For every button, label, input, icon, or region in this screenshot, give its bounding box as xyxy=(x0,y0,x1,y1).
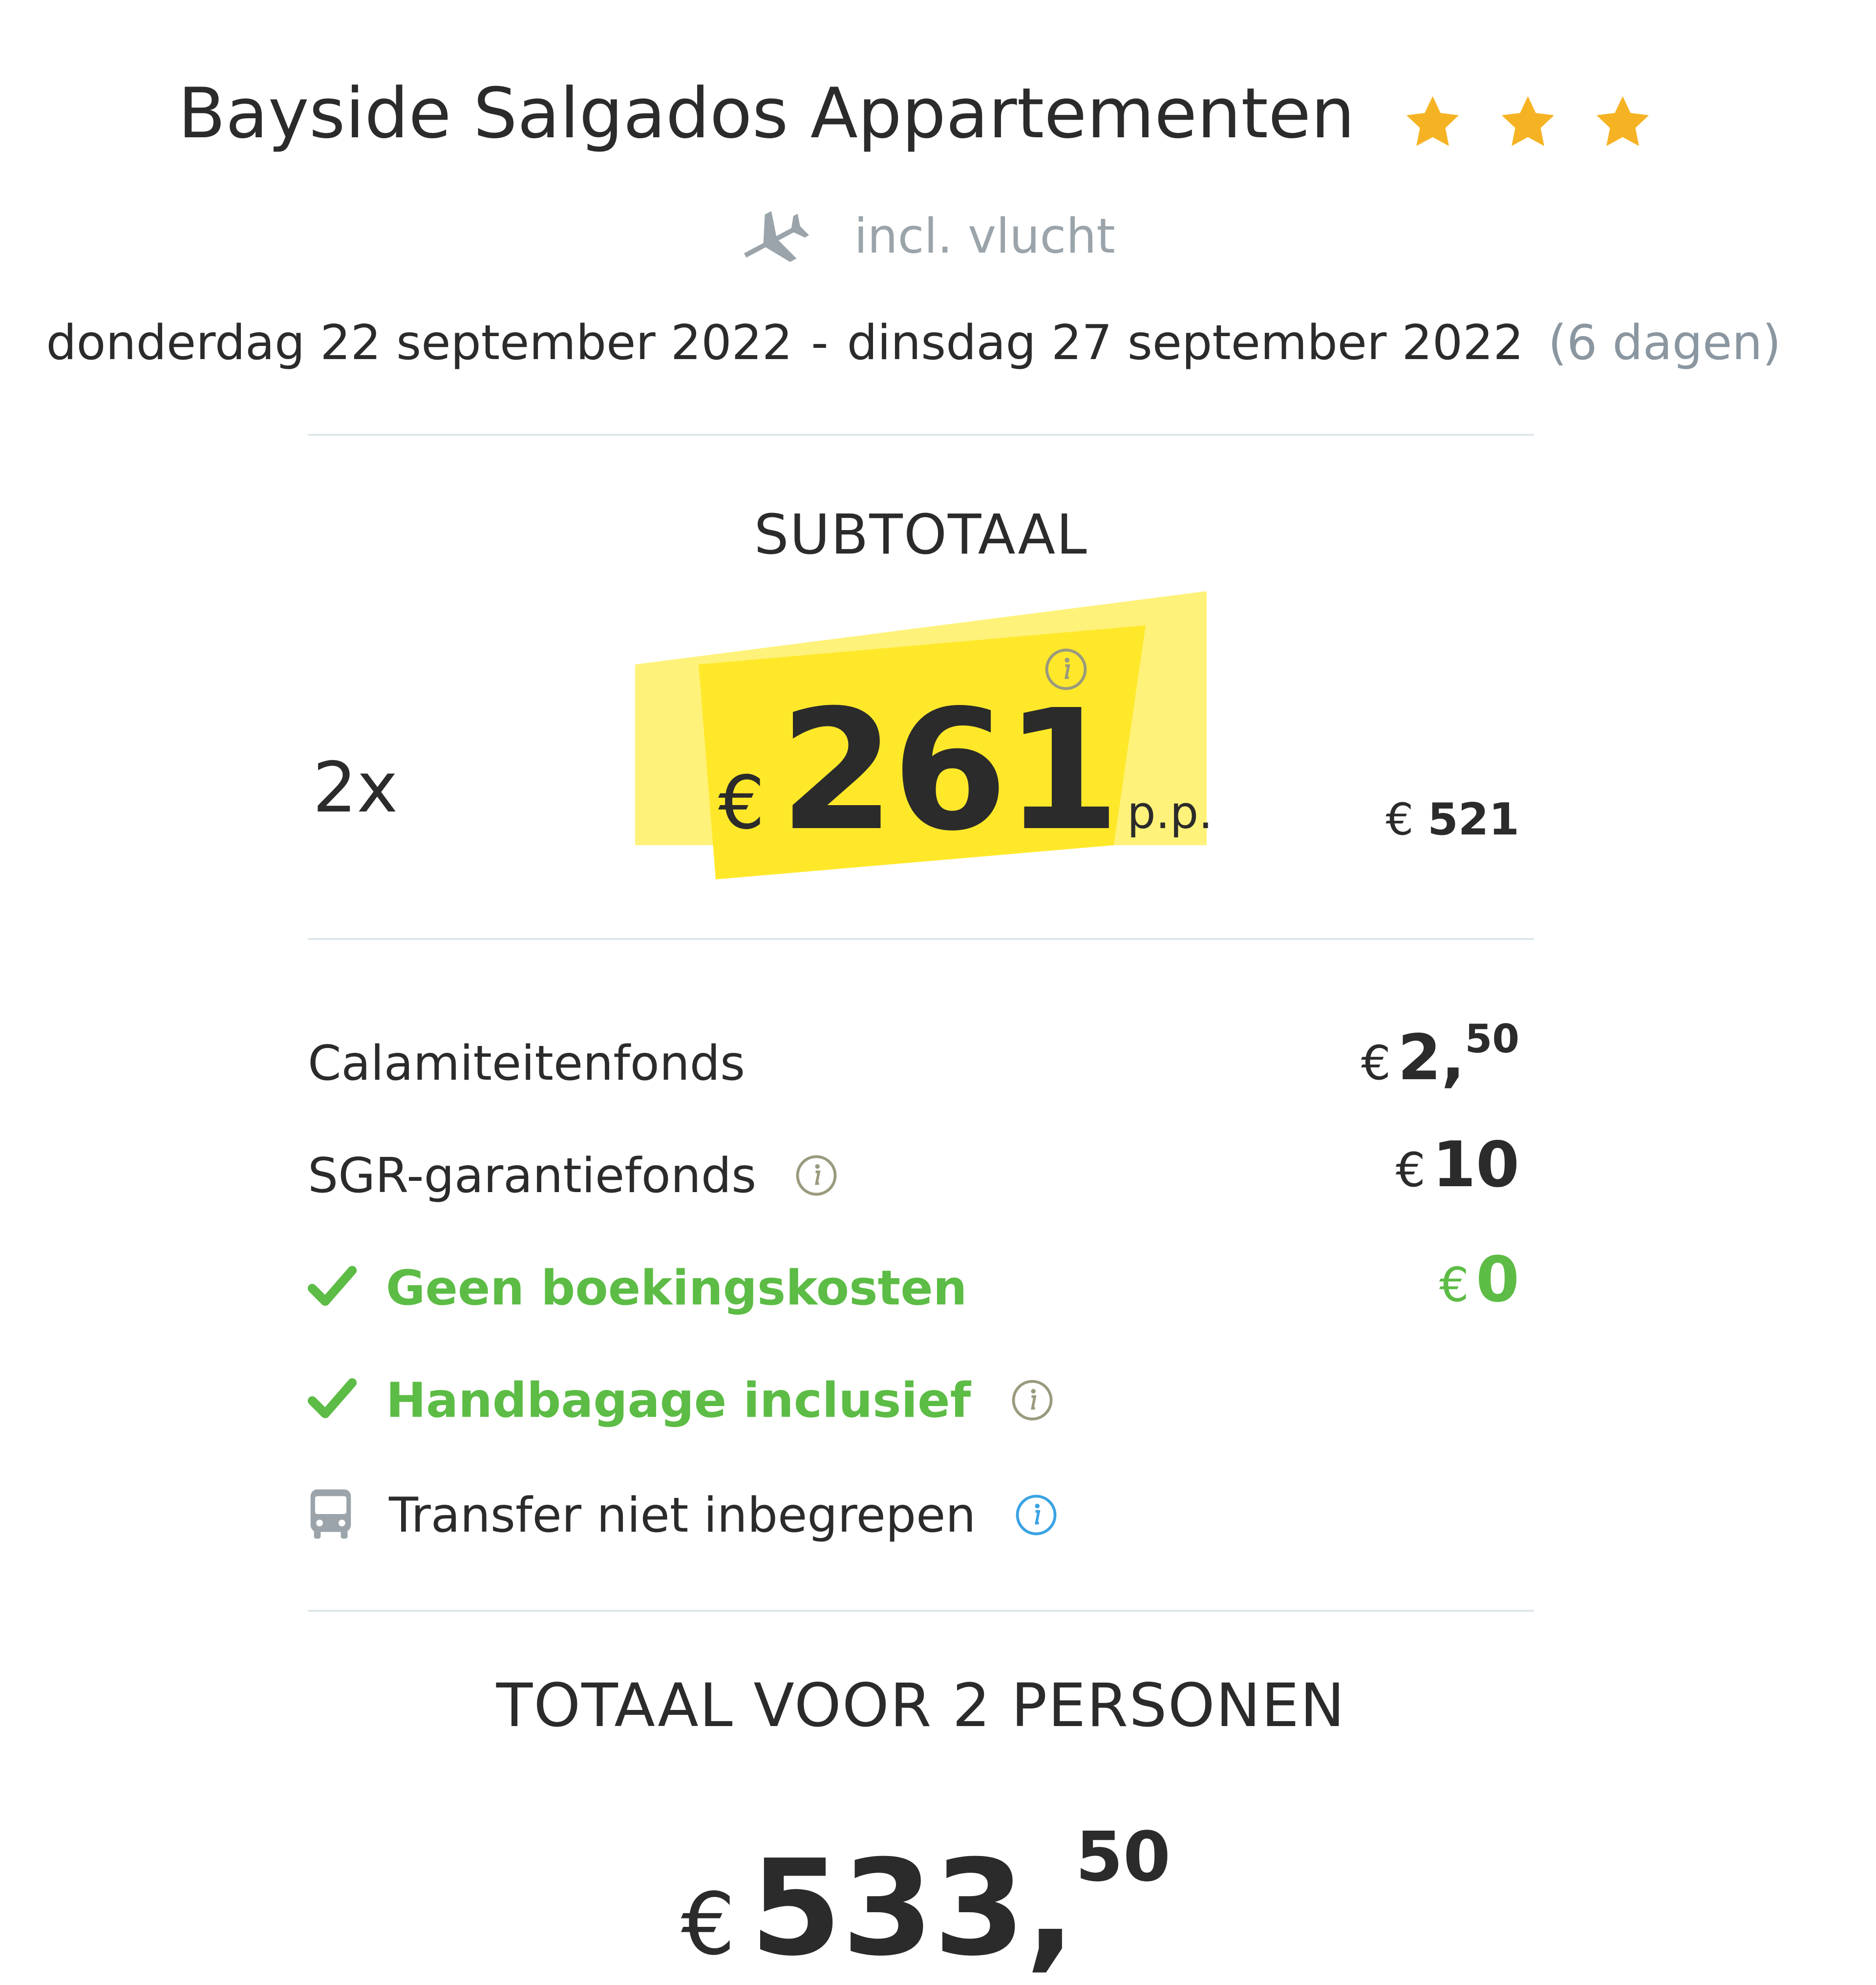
cost-value: 2, xyxy=(1397,1022,1465,1094)
bus-icon xyxy=(310,1489,351,1539)
cost-amount: €2,50 xyxy=(1361,1016,1519,1094)
info-icon[interactable] xyxy=(1015,1494,1058,1537)
flight-label: incl. vlucht xyxy=(854,208,1115,264)
divider xyxy=(308,434,1534,436)
checkmark-icon xyxy=(308,1378,357,1419)
cost-cents: 50 xyxy=(1465,1016,1519,1062)
currency-symbol: € xyxy=(1439,1258,1469,1312)
feature-label: Transfer niet inbegrepen xyxy=(308,1488,1058,1543)
cost-label-text: SGR-garantiefonds xyxy=(308,1148,757,1204)
date-separator: - xyxy=(811,315,829,371)
end-date: dinsdag 27 september 2022 xyxy=(847,315,1524,371)
divider xyxy=(308,1610,1534,1612)
cost-label: SGR-garantiefonds xyxy=(308,1148,838,1204)
cost-value: 10 xyxy=(1432,1129,1519,1201)
flight-included: incl. vlucht xyxy=(0,205,1852,274)
hotel-name: Bayside Salgados Appartementen xyxy=(178,73,1355,154)
currency-symbol: € xyxy=(718,761,765,846)
checkmark-icon xyxy=(308,1266,357,1306)
plane-icon xyxy=(744,211,810,262)
trip-duration: (6 dagen) xyxy=(1548,315,1781,371)
subtotal-amount: € 521 xyxy=(1386,794,1519,845)
feature-label: Handbagage inclusief xyxy=(308,1373,1054,1429)
currency-symbol: € xyxy=(1395,1143,1426,1197)
subtotal-value: 521 xyxy=(1428,794,1519,845)
cost-label-text: Geen boekingskosten xyxy=(386,1260,967,1316)
grand-total-value: 533, xyxy=(750,1831,1076,1985)
feature-label-text: Transfer niet inbegrepen xyxy=(389,1488,976,1543)
price-pp-value: 261 xyxy=(779,674,1120,868)
cost-amount: €0 xyxy=(1439,1243,1519,1316)
star-icon xyxy=(1501,96,1554,146)
currency-symbol: € xyxy=(1361,1036,1391,1090)
per-person-label: p.p. xyxy=(1127,787,1213,839)
cost-label: Geen boekingskosten xyxy=(308,1260,967,1316)
price-info-icon[interactable] xyxy=(1044,647,1088,691)
star-rating xyxy=(1396,78,1659,158)
grand-total-amount: €533,50 xyxy=(0,1817,1852,1985)
star-icon xyxy=(1596,96,1649,146)
grand-total-title: TOTAAL VOOR 2 PERSONEN xyxy=(496,1671,1346,1740)
info-icon[interactable] xyxy=(1011,1379,1054,1422)
info-icon[interactable] xyxy=(795,1154,838,1197)
cost-label: Calamiteitenfonds xyxy=(308,1036,746,1091)
subtotal-title: SUBTOTAAL xyxy=(754,503,1088,567)
hotel-title: Bayside Salgados Appartementen xyxy=(0,73,1837,158)
travel-dates: donderdag 22 september 2022- dinsdag 27 s… xyxy=(0,315,1827,371)
cost-amount: €10 xyxy=(1396,1129,1519,1201)
start-date: donderdag 22 september 2022 xyxy=(46,315,793,371)
grand-total-cents: 50 xyxy=(1075,1817,1171,1897)
traveler-quantity: 2x xyxy=(313,747,398,828)
currency-symbol: € xyxy=(681,1875,736,1974)
cost-value: 0 xyxy=(1475,1243,1519,1316)
feature-label-text: Handbagage inclusief xyxy=(386,1373,971,1429)
star-icon xyxy=(1407,96,1459,146)
divider xyxy=(308,938,1534,940)
price-per-person: €261 p.p. xyxy=(718,674,1213,868)
currency-symbol: € xyxy=(1386,794,1414,845)
